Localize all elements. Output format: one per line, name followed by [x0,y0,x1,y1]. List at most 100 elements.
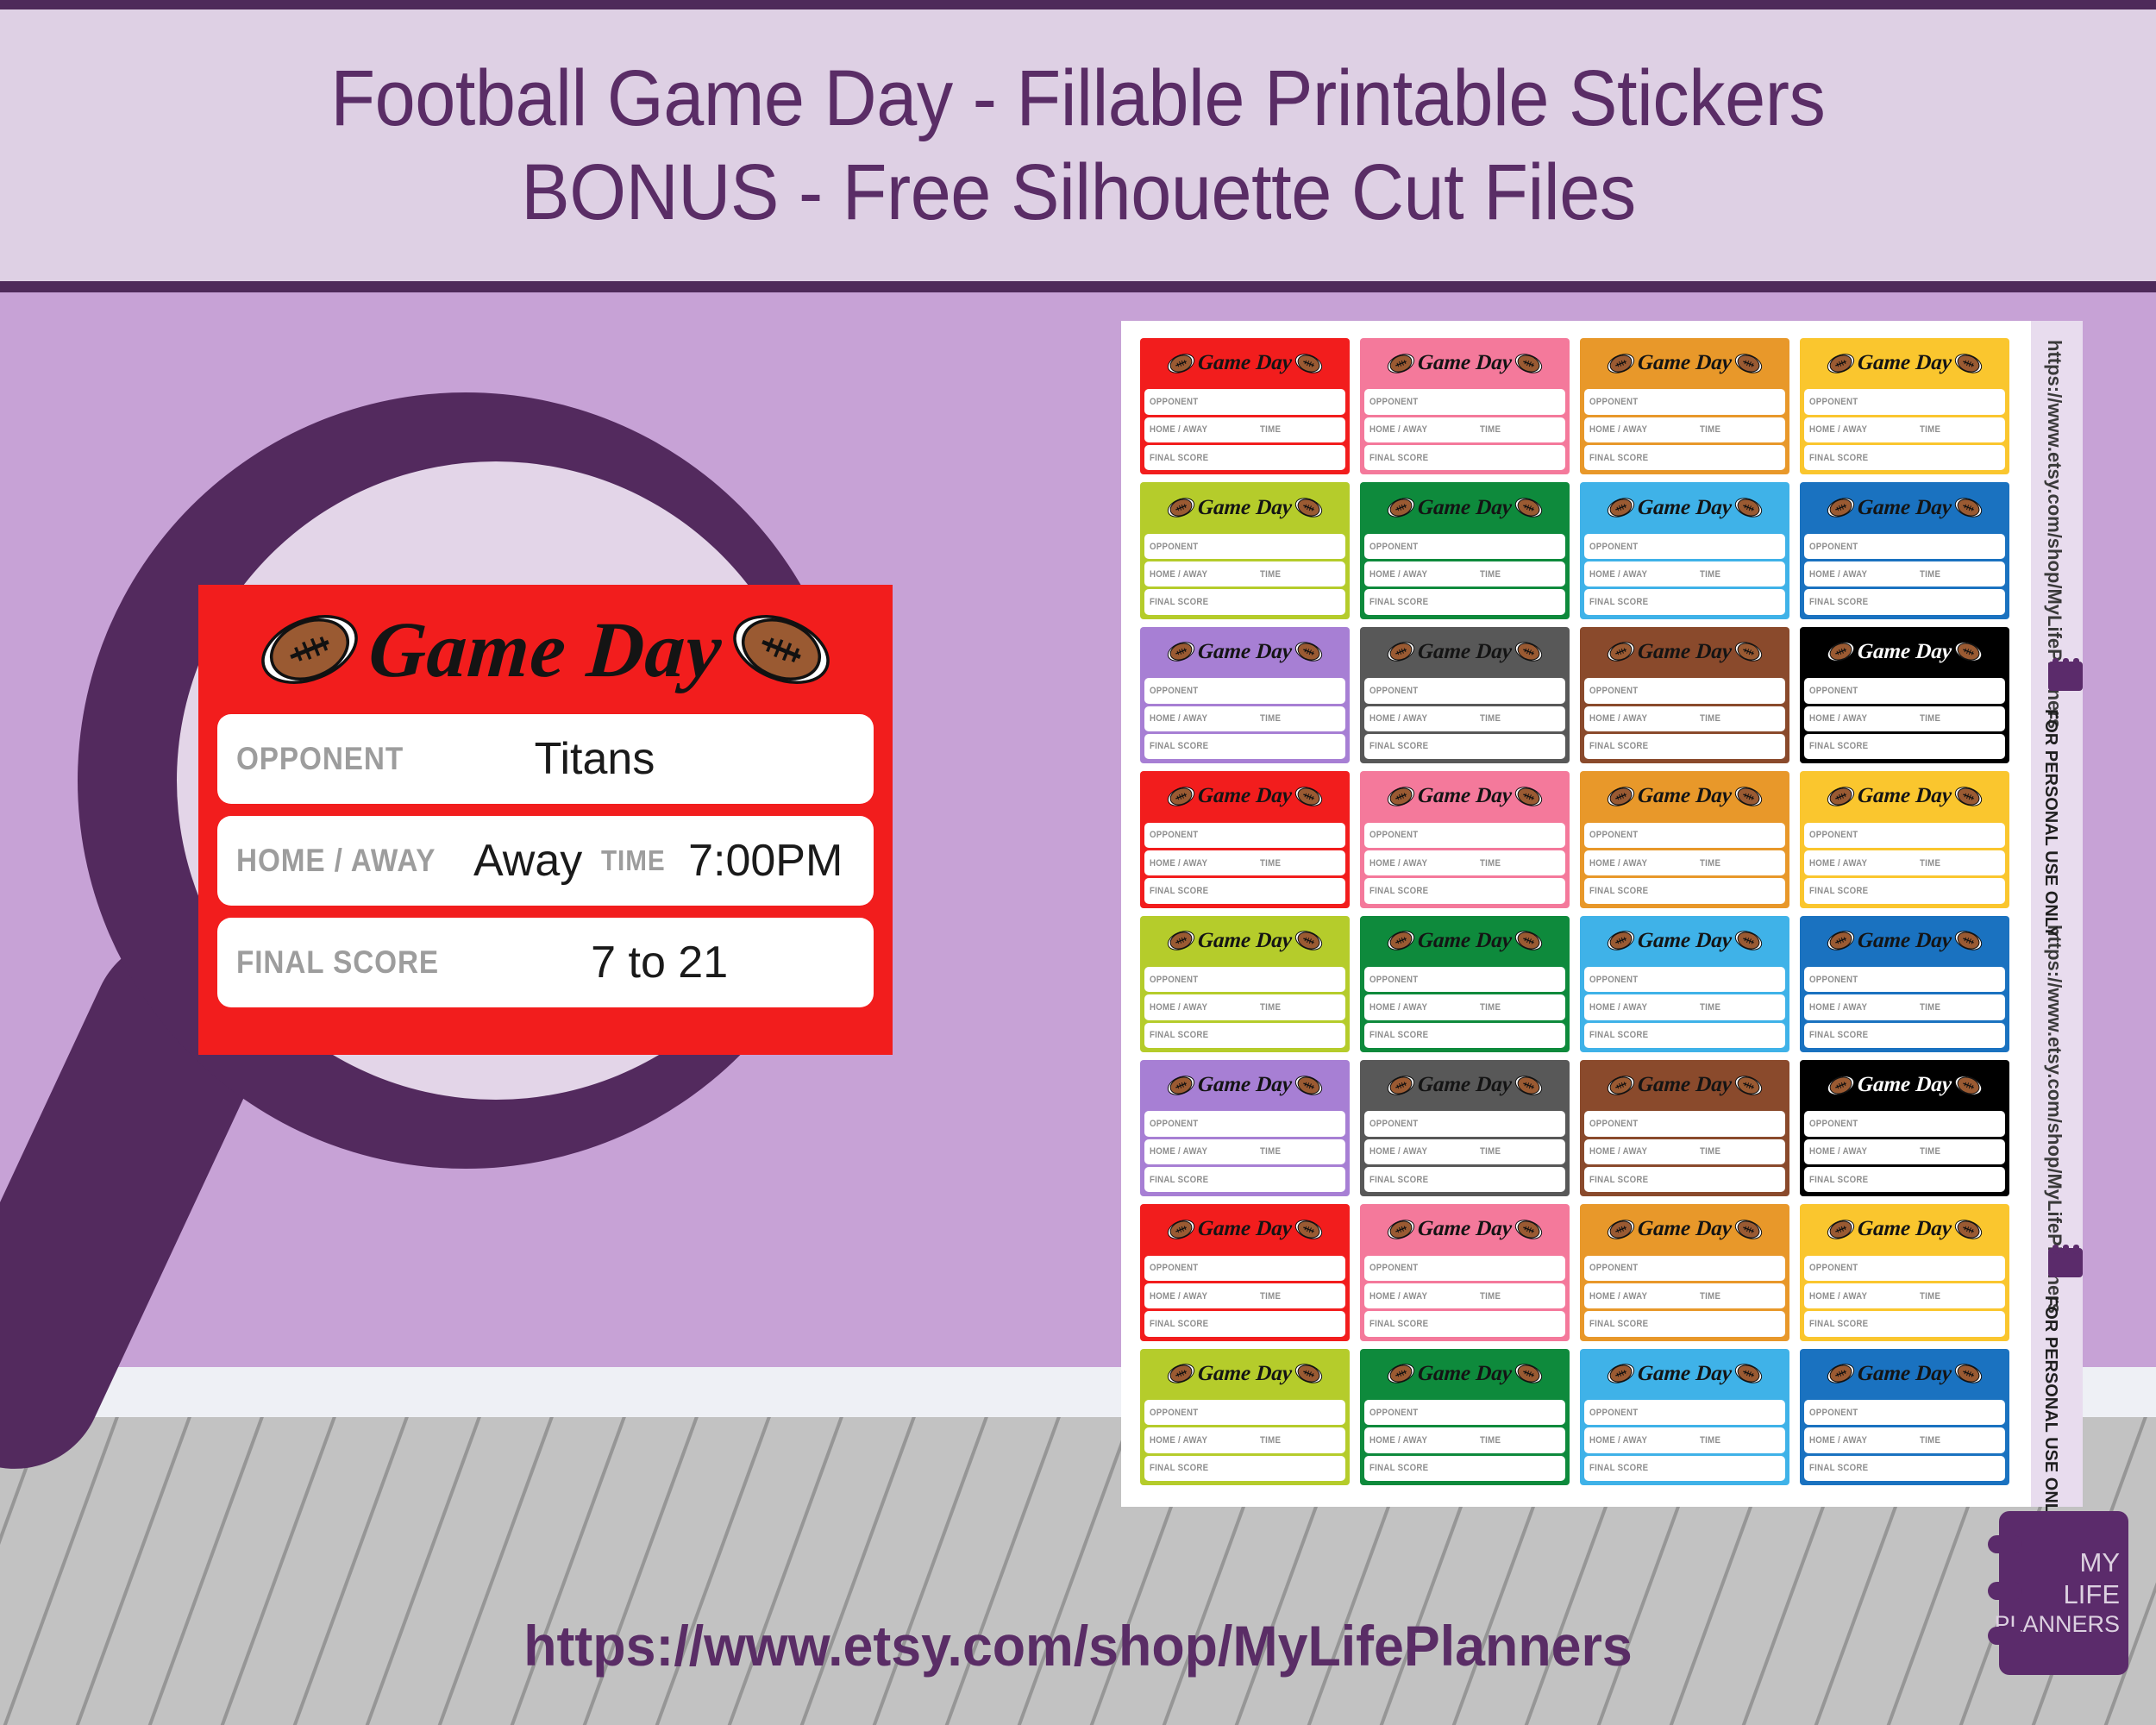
football-icon [1387,1220,1415,1239]
football-icon [1167,931,1195,950]
opponent-row: OPPONENT [1364,1400,1565,1426]
final-score-label: FINAL SCORE [1150,1318,1209,1329]
floor-plank-line [2132,1417,2156,1725]
football-icon [1734,1075,1763,1095]
sticker-title-row: Game Day [1804,1062,2005,1108]
home-away-row: HOME / AWAY TIME [1364,1283,1565,1309]
home-away-row: HOME / AWAY TIME [1144,561,1345,587]
magnified-final-score-row: FINAL SCORE 7 to 21 [217,918,874,1007]
final-score-row: FINAL SCORE [1144,1166,1345,1193]
opponent-label: OPPONENT [1589,830,1639,841]
sticker-title: Game Day [1197,784,1293,808]
opponent-label: OPPONENT [1369,1119,1419,1129]
game-day-sticker: Game Day OPPONENT HOME / AWAY TIME FINAL SCO… [1360,771,1570,908]
opponent-label: OPPONENT [1369,397,1419,408]
football-icon [1387,1364,1415,1384]
final-score-row: FINAL SCORE [1144,589,1345,615]
final-score-label: FINAL SCORE [1809,452,1869,463]
home-away-label: HOME / AWAY [1369,857,1428,869]
home-away-label: HOME / AWAY [1809,424,1868,436]
home-away-label: HOME / AWAY [1809,1001,1868,1013]
time-label: TIME [1700,1146,1721,1157]
opponent-row: OPPONENT [1804,389,2005,415]
final-score-row: FINAL SCORE [1364,1311,1565,1337]
home-away-row: HOME / AWAY TIME [1364,1138,1565,1164]
game-day-sticker: Game Day OPPONENT HOME / AWAY TIME FINAL SCO… [1800,482,2009,619]
opponent-row: OPPONENT [1804,1111,2005,1137]
sticker-title-row: Game Day [1584,918,1785,964]
opponent-row: OPPONENT [1804,966,2005,993]
home-away-row: HOME / AWAY TIME [1804,850,2005,876]
opponent-label: OPPONENT [1809,1407,1858,1418]
football-icon [1294,1220,1323,1239]
time-label: TIME [1480,568,1501,580]
game-day-sticker: Game Day OPPONENT HOME / AWAY TIME FINAL SCO… [1360,1059,1570,1197]
final-score-row: FINAL SCORE [1804,1022,2005,1048]
opponent-label: OPPONENT [1369,541,1419,552]
sticker-title: Game Day [1637,1073,1733,1097]
football-icon [1167,498,1195,518]
game-day-sticker: Game Day OPPONENT HOME / AWAY TIME FINAL SCO… [1360,626,1570,764]
home-away-label: HOME / AWAY [1369,424,1428,436]
time-label: TIME [1700,857,1721,869]
game-day-sticker: Game Day OPPONENT HOME / AWAY TIME FINAL SCO… [1580,338,1789,475]
magnified-opponent-row: OPPONENT Titans [217,714,874,804]
opponent-row: OPPONENT [1364,822,1565,848]
opponent-row: OPPONENT [1804,1400,2005,1426]
sticker-title-row: Game Day [1364,629,1565,675]
top-accent-band [0,0,2156,9]
brand-line-2: LIFE [2063,1579,2120,1610]
sticker-grid: Game Day OPPONENT HOME / AWAY TIME FINAL SCO… [1140,338,2009,1485]
sticker-title-row: Game Day [1144,629,1345,675]
time-label: TIME [1260,424,1282,436]
opponent-label: OPPONENT [1150,1263,1199,1274]
sticker-title: Game Day [1417,1361,1513,1385]
opponent-row: OPPONENT [1804,822,2005,848]
opponent-label: OPPONENT [1150,1407,1199,1418]
home-away-row: HOME / AWAY TIME [1364,1427,1565,1453]
home-away-row: HOME / AWAY TIME [1804,1427,2005,1453]
opponent-label: OPPONENT [1589,541,1639,552]
opponent-row: OPPONENT [1584,822,1785,848]
final-score-row: FINAL SCORE [1804,733,2005,760]
home-away-label: HOME / AWAY [1809,857,1868,869]
final-score-row: FINAL SCORE [1364,589,1565,615]
time-label: TIME [1260,1290,1282,1302]
sticker-title: Game Day [1857,928,1952,952]
football-icon [1387,498,1415,518]
home-away-label: HOME / AWAY [1589,1001,1648,1013]
football-icon [1827,1220,1855,1239]
sticker-title-row: Game Day [1144,773,1345,819]
sticker-title-row: Game Day [1144,1206,1345,1252]
sticker-title-row: Game Day [1804,484,2005,530]
final-score-label: FINAL SCORE [1809,1030,1869,1041]
header-banner: Football Game Day - Fillable Printable S… [0,9,2156,281]
final-score-label: FINAL SCORE [1369,885,1429,896]
sticker-title: Game Day [1637,495,1733,519]
sticker-title: Game Day [1417,639,1513,663]
time-label: TIME [1920,1001,1941,1013]
home-away-row: HOME / AWAY TIME [1144,417,1345,443]
final-score-row: FINAL SCORE [1584,1311,1785,1337]
final-score-row: FINAL SCORE [1804,878,2005,904]
opponent-row: OPPONENT [1584,533,1785,560]
opponent-label: OPPONENT [1150,1119,1199,1129]
football-icon [1827,1364,1855,1384]
sticker-sheet-side-tab: https://www.etsy.com/shop/MyLifePlanners… [2031,321,2083,1524]
time-label: TIME [1700,424,1721,436]
game-day-sticker: Game Day OPPONENT HOME / AWAY TIME FINAL SCO… [1800,771,2009,908]
footer-shop-url[interactable]: https://www.etsy.com/shop/MyLifePlanners [54,1613,2103,1678]
football-icon [1734,642,1763,662]
sticker-title: Game Day [1637,928,1733,952]
home-away-label: HOME / AWAY [1589,1146,1648,1157]
time-label: TIME [601,844,666,876]
football-icon [1607,931,1635,950]
opponent-label: OPPONENT [1589,1119,1639,1129]
sticker-title: Game Day [1637,351,1733,375]
sticker-title-row: Game Day [1804,629,2005,675]
opponent-row: OPPONENT [1584,389,1785,415]
football-icon [1607,642,1635,662]
time-label: TIME [1260,1001,1282,1013]
home-away-row: HOME / AWAY TIME [1144,994,1345,1020]
home-away-label: HOME / AWAY [1150,713,1208,724]
